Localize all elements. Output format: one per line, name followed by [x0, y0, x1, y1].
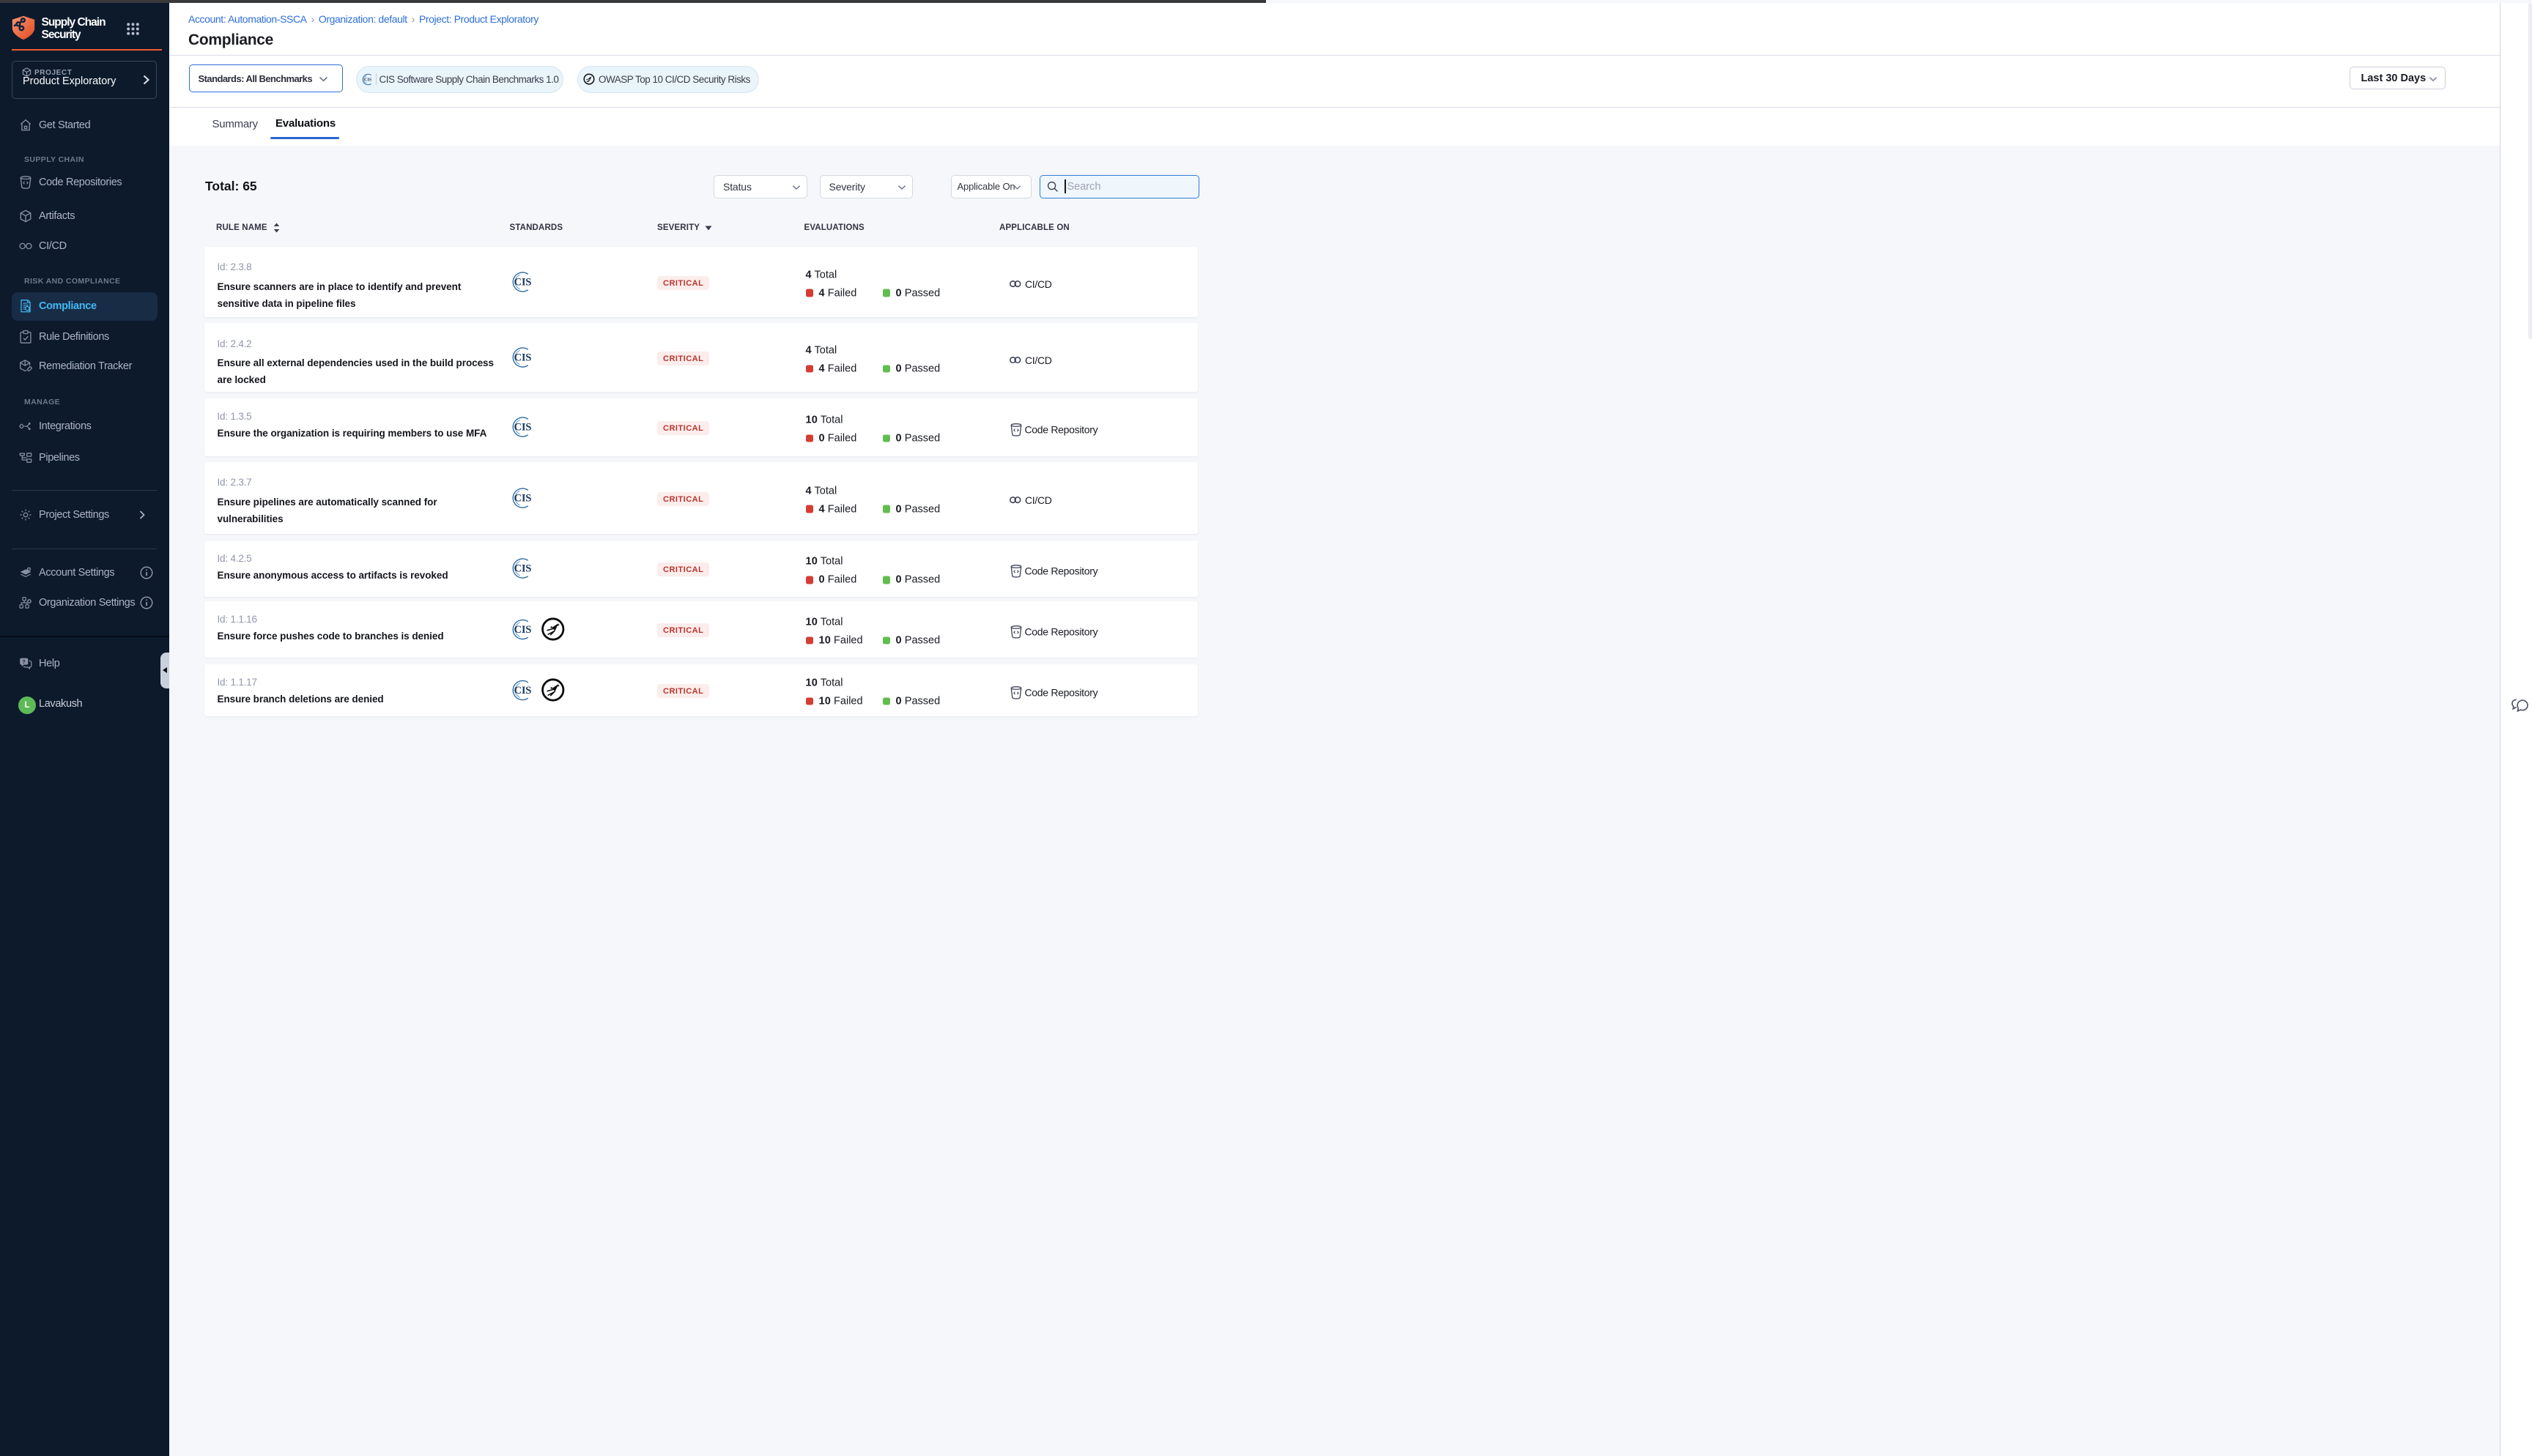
svg-text:CIS: CIS: [514, 276, 532, 288]
svg-text:CIS: CIS: [514, 352, 532, 364]
svg-text:CIS: CIS: [364, 77, 372, 82]
svg-text:CIS: CIS: [514, 422, 532, 434]
svg-text:CIS: CIS: [514, 492, 532, 504]
svg-text:CIS: CIS: [514, 624, 532, 636]
svg-text:CIS: CIS: [514, 563, 532, 575]
svg-text:CIS: CIS: [514, 685, 532, 697]
